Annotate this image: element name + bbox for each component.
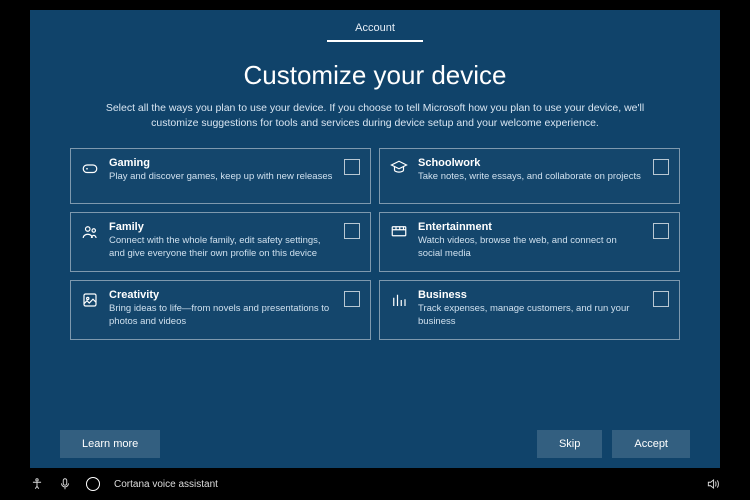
card-desc: Take notes, write essays, and collaborat…: [418, 171, 643, 184]
checkbox-gaming[interactable]: [344, 159, 360, 175]
page-subtitle: Select all the ways you plan to use your…: [95, 101, 655, 130]
checkbox-business[interactable]: [653, 291, 669, 307]
checkbox-family[interactable]: [344, 223, 360, 239]
card-business[interactable]: Business Track expenses, manage customer…: [379, 280, 680, 340]
gaming-icon: [81, 159, 99, 177]
skip-button[interactable]: Skip: [537, 430, 602, 458]
card-desc: Bring ideas to life—from novels and pres…: [109, 303, 334, 329]
card-title: Entertainment: [418, 221, 643, 233]
family-icon: [81, 223, 99, 241]
footer-bar: Learn more Skip Accept: [60, 430, 690, 458]
main-content: Customize your device Select all the way…: [30, 42, 720, 468]
card-title: Schoolwork: [418, 157, 643, 169]
card-desc: Connect with the whole family, edit safe…: [109, 235, 334, 261]
card-title: Business: [418, 289, 643, 301]
entertainment-icon: [390, 223, 408, 241]
microphone-icon[interactable]: [58, 477, 72, 491]
card-title: Gaming: [109, 157, 334, 169]
learn-more-button[interactable]: Learn more: [60, 430, 160, 458]
accept-button[interactable]: Accept: [612, 430, 690, 458]
taskbar: Cortana voice assistant: [0, 468, 750, 500]
tab-bar: Account: [30, 10, 720, 42]
tab-account[interactable]: Account: [327, 16, 423, 42]
oobe-screen: Account Customize your device Select all…: [30, 10, 720, 468]
card-creativity[interactable]: Creativity Bring ideas to life—from nove…: [70, 280, 371, 340]
card-desc: Play and discover games, keep up with ne…: [109, 171, 334, 184]
usage-grid: Gaming Play and discover games, keep up …: [70, 148, 680, 339]
card-gaming[interactable]: Gaming Play and discover games, keep up …: [70, 148, 371, 204]
business-icon: [390, 291, 408, 309]
card-family[interactable]: Family Connect with the whole family, ed…: [70, 212, 371, 272]
volume-icon[interactable]: [706, 477, 720, 491]
card-schoolwork[interactable]: Schoolwork Take notes, write essays, and…: [379, 148, 680, 204]
checkbox-schoolwork[interactable]: [653, 159, 669, 175]
schoolwork-icon: [390, 159, 408, 177]
page-title: Customize your device: [244, 60, 507, 91]
card-desc: Watch videos, browse the web, and connec…: [418, 235, 643, 261]
card-entertainment[interactable]: Entertainment Watch videos, browse the w…: [379, 212, 680, 272]
cortana-icon[interactable]: [86, 477, 100, 491]
accessibility-icon[interactable]: [30, 477, 44, 491]
card-desc: Track expenses, manage customers, and ru…: [418, 303, 643, 329]
creativity-icon: [81, 291, 99, 309]
cortana-label: Cortana voice assistant: [114, 479, 218, 490]
checkbox-entertainment[interactable]: [653, 223, 669, 239]
card-title: Creativity: [109, 289, 334, 301]
checkbox-creativity[interactable]: [344, 291, 360, 307]
card-title: Family: [109, 221, 334, 233]
